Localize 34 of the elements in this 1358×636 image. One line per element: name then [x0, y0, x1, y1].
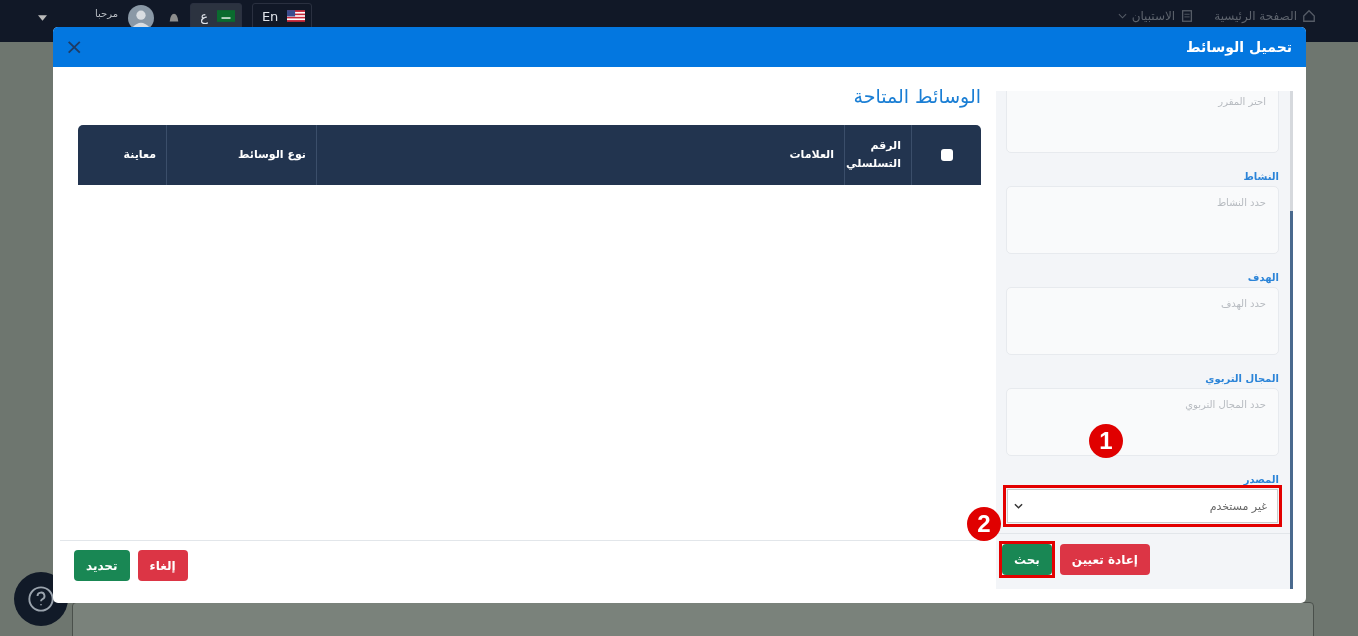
- bell-icon[interactable]: [168, 12, 181, 24]
- column-header: الرقم التسلسلي: [846, 138, 901, 172]
- field-label: النشاط: [1242, 171, 1279, 182]
- chevron-icon: [1014, 503, 1023, 509]
- nav-link[interactable]: الصفحة الرئيسية: [1214, 9, 1316, 23]
- step-marker: 2: [967, 507, 1001, 541]
- text-area[interactable]: حدد النشاط: [1006, 186, 1279, 254]
- text-area[interactable]: حدد الهدف: [1006, 287, 1279, 355]
- column-header: العلامات: [789, 147, 834, 164]
- field-label: المجال التربوي: [1204, 373, 1279, 384]
- column-header: معاينة: [123, 147, 156, 164]
- caret-icon: [1117, 13, 1127, 19]
- caret-icon[interactable]: [38, 15, 47, 21]
- section-title: الوسائط المتاحة: [852, 85, 981, 107]
- flag-icon: [216, 10, 235, 22]
- document-icon: [1180, 9, 1195, 23]
- field-label: الهدف: [1246, 272, 1279, 283]
- scroll-bar[interactable]: [1290, 91, 1293, 589]
- close-button[interactable]: ×: [63, 36, 86, 58]
- field-label: المصدر: [1242, 474, 1279, 485]
- home-icon: [1302, 9, 1316, 23]
- source-select[interactable]: غير مستخدم: [1007, 489, 1278, 523]
- select-all-checkbox[interactable]: [940, 149, 953, 161]
- column-header: نوع الوسائط: [237, 147, 306, 164]
- modal-title: تحميل الوسائط: [1186, 39, 1292, 55]
- help-icon: [27, 585, 55, 613]
- search-button[interactable]: بحث: [1002, 544, 1052, 575]
- cancel-button[interactable]: إلغاء: [137, 550, 188, 581]
- flag-icon: [287, 10, 306, 22]
- reset-button[interactable]: إعادة تعيين: [1059, 544, 1150, 575]
- select-button[interactable]: تحديد: [74, 550, 130, 581]
- text-area[interactable]: احتر المقرر: [1006, 91, 1279, 153]
- greeting-text: مرحبا: [95, 7, 119, 19]
- nav-link[interactable]: الاستبيان: [1117, 9, 1195, 23]
